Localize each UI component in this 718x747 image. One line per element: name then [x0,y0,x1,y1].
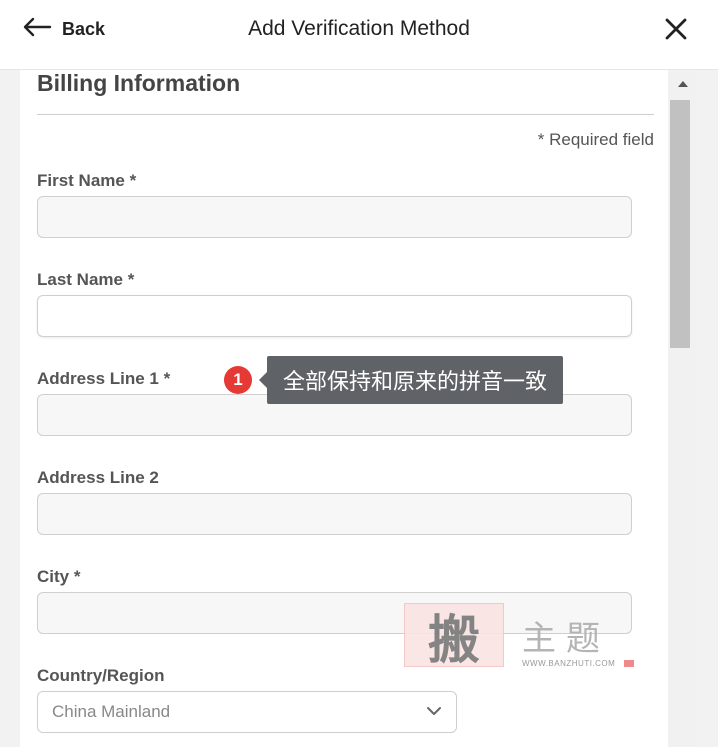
top-bar: Back Add Verification Method [0,0,718,70]
address-line-2-label: Address Line 2 [37,468,159,487]
first-name-input[interactable] [37,196,632,238]
first-name-label: First Name * [37,171,137,190]
divider [37,114,654,115]
chevron-down-icon [426,703,442,721]
country-region-select[interactable]: China Mainland [37,691,457,733]
annotation-number-badge: 1 [224,366,252,394]
watermark: 搬 主题 WWW.BANZHUTI.COM [404,603,636,671]
annotation-tooltip: 全部保持和原来的拼音一致 [258,356,564,404]
watermark-seal: 搬 [404,603,504,671]
required-field-note: * Required field [537,130,654,149]
watermark-dot [624,660,634,667]
country-region-value: China Mainland [52,702,171,721]
scrollbar[interactable] [669,70,696,747]
scroll-up-button[interactable] [669,70,696,96]
city-label: City * [37,567,81,586]
address-line-2-input[interactable] [37,493,632,535]
section-title: Billing Information [37,70,241,96]
last-name-input[interactable] [37,295,632,337]
close-icon [664,18,688,45]
page-title: Add Verification Method [248,17,470,40]
last-name-label: Last Name * [37,270,135,289]
country-region-label: Country/Region [37,666,165,685]
close-button[interactable] [664,17,688,41]
annotation-callout: 1 全部保持和原来的拼音一致 [224,356,564,404]
triangle-up-icon [677,74,688,92]
watermark-text: 主题 [522,619,610,659]
scroll-thumb[interactable] [670,100,690,348]
watermark-url: WWW.BANZHUTI.COM [522,659,616,668]
address-line-1-label: Address Line 1 * [37,369,171,388]
